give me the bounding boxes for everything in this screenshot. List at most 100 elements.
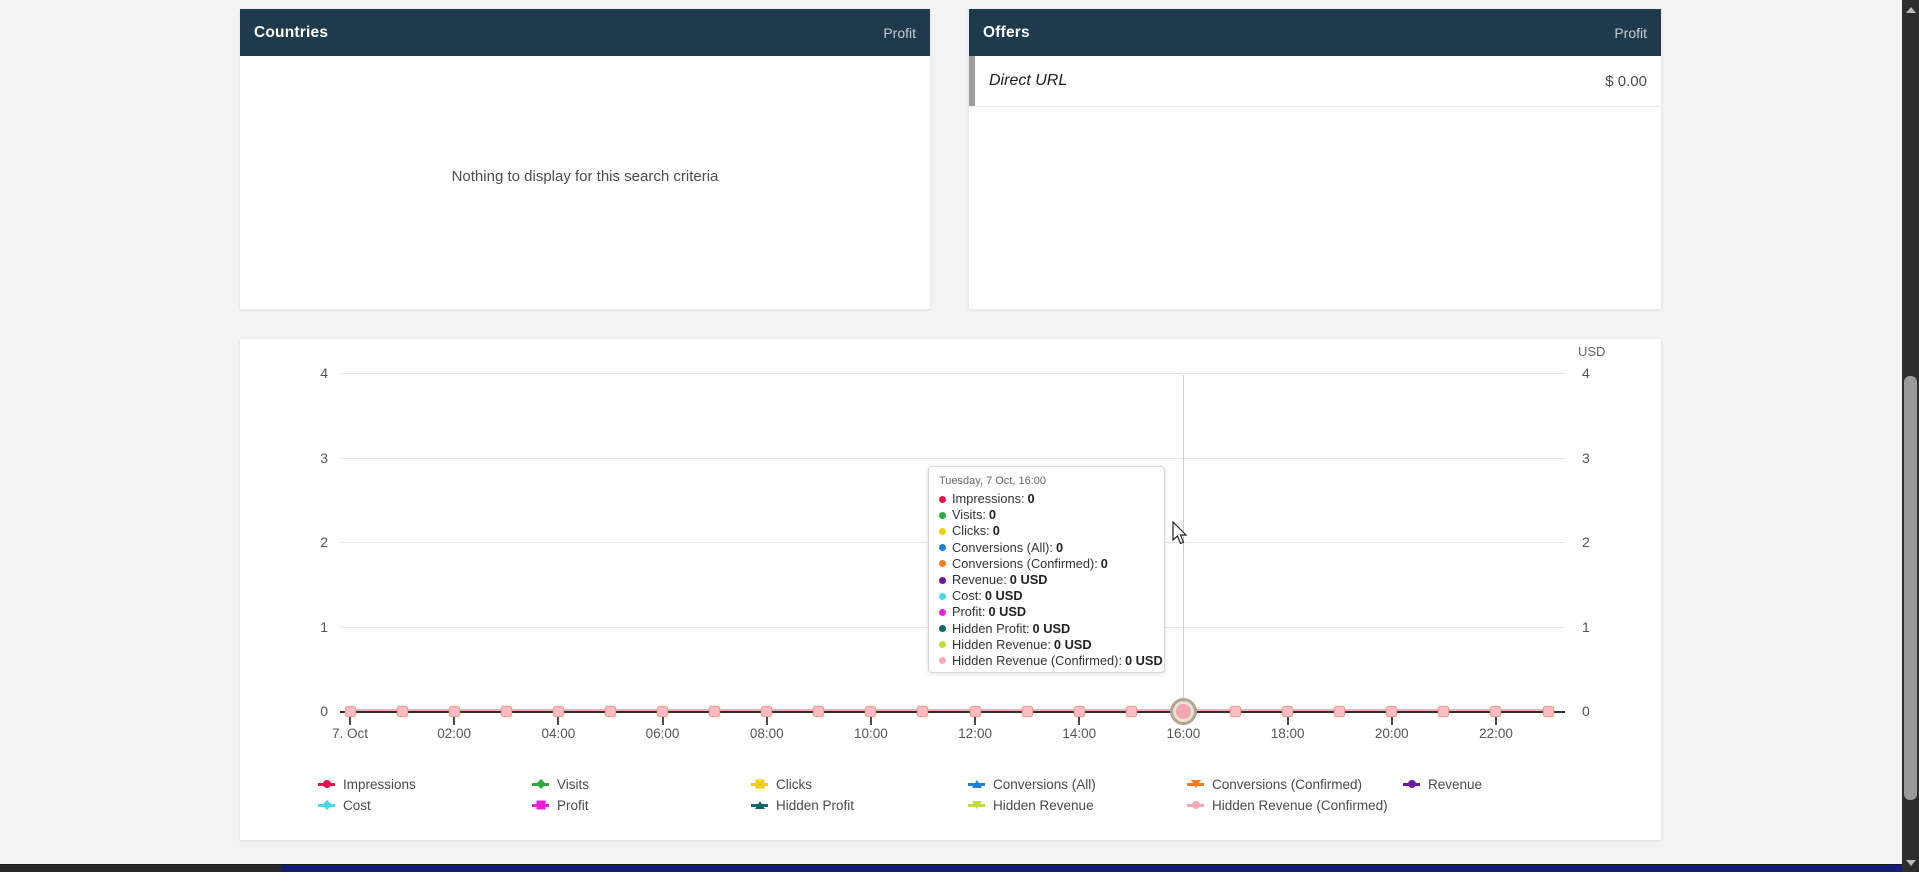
series-point-marker[interactable] [1386,706,1397,717]
legend-marker-symbol [1408,780,1416,788]
tooltip-series-bullet-icon [939,641,946,648]
series-point-marker[interactable] [761,706,772,717]
offer-profit-value: $ 0.00 [1605,73,1647,90]
tooltip-series-item: Clicks:0 [939,523,1154,539]
tooltip-series-item: Profit:0 USD [939,604,1154,620]
legend-marker-icon [532,779,549,790]
tooltip-series-item: Hidden Revenue (Confirmed):0 USD [939,653,1154,669]
series-point-marker[interactable] [553,706,564,717]
series-point-marker[interactable] [1074,706,1085,717]
series-point-marker[interactable] [1334,706,1345,717]
legend-label[interactable]: Visits [557,777,589,792]
taskbar-edge [0,864,1902,872]
x-axis-tick-mark [870,717,872,725]
scrollbar-thumb[interactable] [1904,376,1917,800]
legend-item-conversions-all[interactable]: Conversions (All) [968,775,1096,793]
x-axis-tick-mark [974,717,976,725]
x-axis-tick-label: 04:00 [523,726,593,741]
x-axis-tick-label: 10:00 [836,726,906,741]
series-point-marker[interactable] [970,706,981,717]
chart-tooltip: Tuesday, 7 Oct, 16:00 Impressions:0Visit… [928,466,1165,673]
series-point-marker[interactable] [1543,706,1554,717]
legend-item-clicks[interactable]: Clicks [751,775,812,793]
legend-marker-symbol [972,780,982,788]
series-point-marker[interactable] [1490,706,1501,717]
legend-label[interactable]: Profit [557,798,589,813]
x-axis-tick-label: 18:00 [1253,726,1323,741]
legend-marker-icon [1187,800,1204,811]
y-axis-tick-label-left: 3 [288,450,328,466]
legend-label[interactable]: Hidden Revenue [993,798,1094,813]
series-point-marker[interactable] [605,706,616,717]
legend-label[interactable]: Hidden Revenue (Confirmed) [1212,798,1388,813]
tooltip-series-bullet-icon [939,544,946,551]
countries-panel: Countries Profit Nothing to display for … [240,9,930,309]
x-axis-tick-label: 06:00 [628,726,698,741]
legend-label[interactable]: Cost [343,798,371,813]
chart-gridline [340,458,1565,459]
series-point-marker[interactable] [345,706,356,717]
x-axis-tick-label: 02:00 [419,726,489,741]
x-axis-tick-mark [557,717,559,725]
empty-state-message: Nothing to display for this search crite… [240,168,930,185]
legend-item-visits[interactable]: Visits [532,775,589,793]
series-point-marker[interactable] [1126,706,1137,717]
series-point-marker[interactable] [813,706,824,717]
y-axis-tick-label-right: 0 [1582,703,1590,719]
tooltip-series-item: Visits:0 [939,507,1154,523]
hovered-point-marker[interactable] [1170,698,1197,725]
tooltip-series-bullet-icon [939,560,946,567]
legend-label[interactable]: Revenue [1428,777,1482,792]
x-axis-tick-mark [662,717,664,725]
legend-item-hidden-revenue[interactable]: Hidden Revenue [968,796,1094,814]
countries-panel-title: Countries [254,24,328,42]
legend-label[interactable]: Impressions [343,777,416,792]
series-point-marker[interactable] [657,706,668,717]
series-point-marker[interactable] [865,706,876,717]
countries-metric-selector[interactable]: Profit [883,25,916,41]
legend-item-impressions[interactable]: Impressions [318,775,416,793]
legend-marker-symbol [536,801,545,810]
legend-label[interactable]: Hidden Profit [776,798,854,813]
offer-row[interactable]: Direct URL $ 0.00 [969,56,1661,107]
series-point-marker[interactable] [501,706,512,717]
legend-item-conversions-confirmed[interactable]: Conversions (Confirmed) [1187,775,1362,793]
legend-item-hidden-revenue-confirmed[interactable]: Hidden Revenue (Confirmed) [1187,796,1388,814]
x-axis-tick-label: 20:00 [1357,726,1427,741]
series-point-marker[interactable] [1282,706,1293,717]
legend-label[interactable]: Conversions (All) [993,777,1096,792]
legend-item-hidden-profit[interactable]: Hidden Profit [751,796,854,814]
legend-item-revenue[interactable]: Revenue [1403,775,1482,793]
vertical-scrollbar[interactable] [1902,0,1919,872]
legend-label[interactable]: Clicks [776,777,812,792]
legend-item-cost[interactable]: Cost [318,796,371,814]
series-point-marker[interactable] [449,706,460,717]
series-point-marker[interactable] [1022,706,1033,717]
x-axis-tick-mark [766,717,768,725]
series-point-marker[interactable] [397,706,408,717]
tooltip-series-bullet-icon [939,657,946,664]
series-point-marker[interactable] [1438,706,1449,717]
legend-marker-symbol [322,800,332,810]
mouse-cursor-icon [1172,521,1194,545]
tooltip-series-item: Impressions:0 [939,491,1154,507]
series-point-marker[interactable] [1230,706,1241,717]
offer-name[interactable]: Direct URL [989,72,1067,90]
offers-metric-selector[interactable]: Profit [1614,25,1647,41]
scrollbar-down-arrow-icon[interactable] [1906,860,1916,866]
offers-panel-header: Offers Profit [969,9,1661,56]
x-axis-tick-mark [349,717,351,725]
legend-item-profit[interactable]: Profit [532,796,589,814]
hovered-point-core [1176,704,1191,719]
scrollbar-up-arrow-icon[interactable] [1906,7,1916,13]
legend-marker-symbol [972,801,982,809]
legend-label[interactable]: Conversions (Confirmed) [1212,777,1362,792]
legend-marker-icon [751,800,768,811]
series-point-marker[interactable] [917,706,928,717]
tooltip-series-bullet-icon [939,528,946,535]
x-axis-tick-label: 16:00 [1148,726,1218,741]
tooltip-series-bullet-icon [939,625,946,632]
countries-empty-state: Nothing to display for this search crite… [240,140,930,185]
tooltip-series-item: Conversions (All):0 [939,540,1154,556]
series-point-marker[interactable] [709,706,720,717]
